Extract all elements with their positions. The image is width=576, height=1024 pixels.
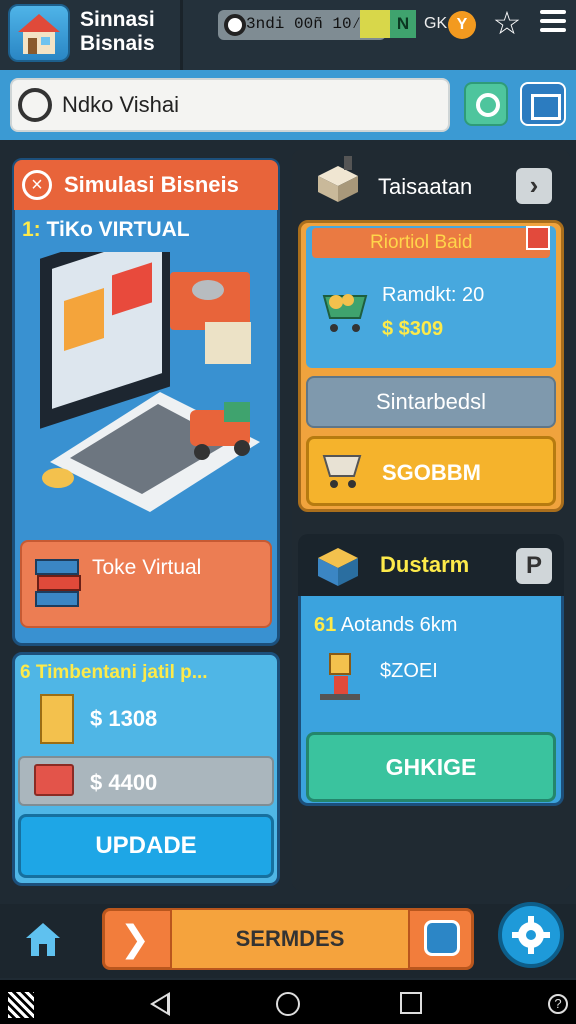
parking-icon[interactable]: P [516, 548, 552, 584]
status-n-badge: N [390, 10, 416, 38]
divider [180, 0, 183, 70]
upgrade-title: 6 Timbentani jatil p... [20, 662, 208, 684]
laptop-store-illustration [30, 216, 266, 520]
right-bottom-title: Dustarm [380, 552, 470, 577]
edit-icon[interactable] [424, 920, 460, 956]
price-2: $ 4400 [90, 770, 158, 795]
search-button[interactable] [464, 82, 508, 126]
cash-register-icon [314, 154, 362, 204]
coin-icon [224, 14, 246, 36]
books-icon [34, 556, 82, 612]
qr-icon[interactable] [8, 992, 34, 1018]
star-icon[interactable]: ☆ [490, 6, 524, 40]
currency-icon[interactable]: Y [448, 11, 476, 39]
app-logo-icon[interactable] [8, 4, 70, 62]
gray-action-button[interactable]: Sintarbedsl [306, 376, 556, 428]
delivery-text: Aotands 6km [340, 614, 458, 636]
machine-icon [34, 764, 74, 796]
product-price: $ $309 [382, 318, 444, 340]
back-icon[interactable] [150, 992, 170, 1016]
home-icon[interactable] [22, 918, 64, 960]
chevron-right-icon[interactable]: › [516, 168, 552, 204]
store-number: 1: [22, 218, 41, 241]
product-name: Ramdkt: 20 [382, 284, 485, 306]
delivery-info: 61 Aotands 6km [314, 614, 457, 637]
product-banner-text: Riortiol Baid [370, 232, 473, 253]
delivery-price: $ZOEI [380, 660, 438, 682]
image-icon[interactable] [520, 82, 566, 126]
worker-icon [316, 648, 364, 704]
recent-apps-icon[interactable] [400, 992, 422, 1014]
status-text: 3ndi 00ñ 10⁄4 [246, 15, 371, 33]
menu-icon[interactable] [540, 10, 566, 36]
shopping-cart-icon [320, 288, 370, 334]
pencil-icon[interactable] [360, 10, 390, 38]
box-icon [40, 694, 74, 744]
confirm-button[interactable]: GHKIGE [306, 732, 556, 802]
update-button[interactable]: UPDADE [18, 814, 274, 878]
virtual-store-label: Toke Virtual [92, 556, 202, 579]
arrow-right-icon[interactable]: ❯ [112, 916, 158, 962]
store-label: 1: TiKo VIRTUAL [22, 218, 190, 242]
price-1: $ 1308 [90, 706, 158, 731]
status-gk-label: GK [424, 15, 448, 32]
package-icon [314, 538, 362, 588]
target-icon [18, 88, 52, 122]
store-name: TiKo VIRTUAL [46, 218, 190, 241]
cart-icon [320, 448, 364, 492]
help-icon[interactable]: ? [548, 994, 568, 1014]
settings-gear-icon[interactable] [498, 902, 564, 968]
close-icon[interactable]: × [22, 170, 52, 200]
upgrade-title-text: Timbentani jatil p... [35, 662, 208, 683]
right-top-header: Taisaatan [378, 174, 473, 199]
delivery-number: 61 [314, 614, 337, 636]
upgrade-number: 6 [20, 662, 31, 683]
buy-button-label: SGOBBM [382, 460, 481, 485]
card-title: Simulasi Bisneis [64, 172, 239, 197]
search-input-value[interactable]: Ndko Vishai [62, 92, 179, 118]
mail-icon[interactable] [526, 226, 550, 250]
home-circle-icon[interactable] [276, 992, 300, 1016]
services-label: SERMDES [235, 926, 345, 951]
